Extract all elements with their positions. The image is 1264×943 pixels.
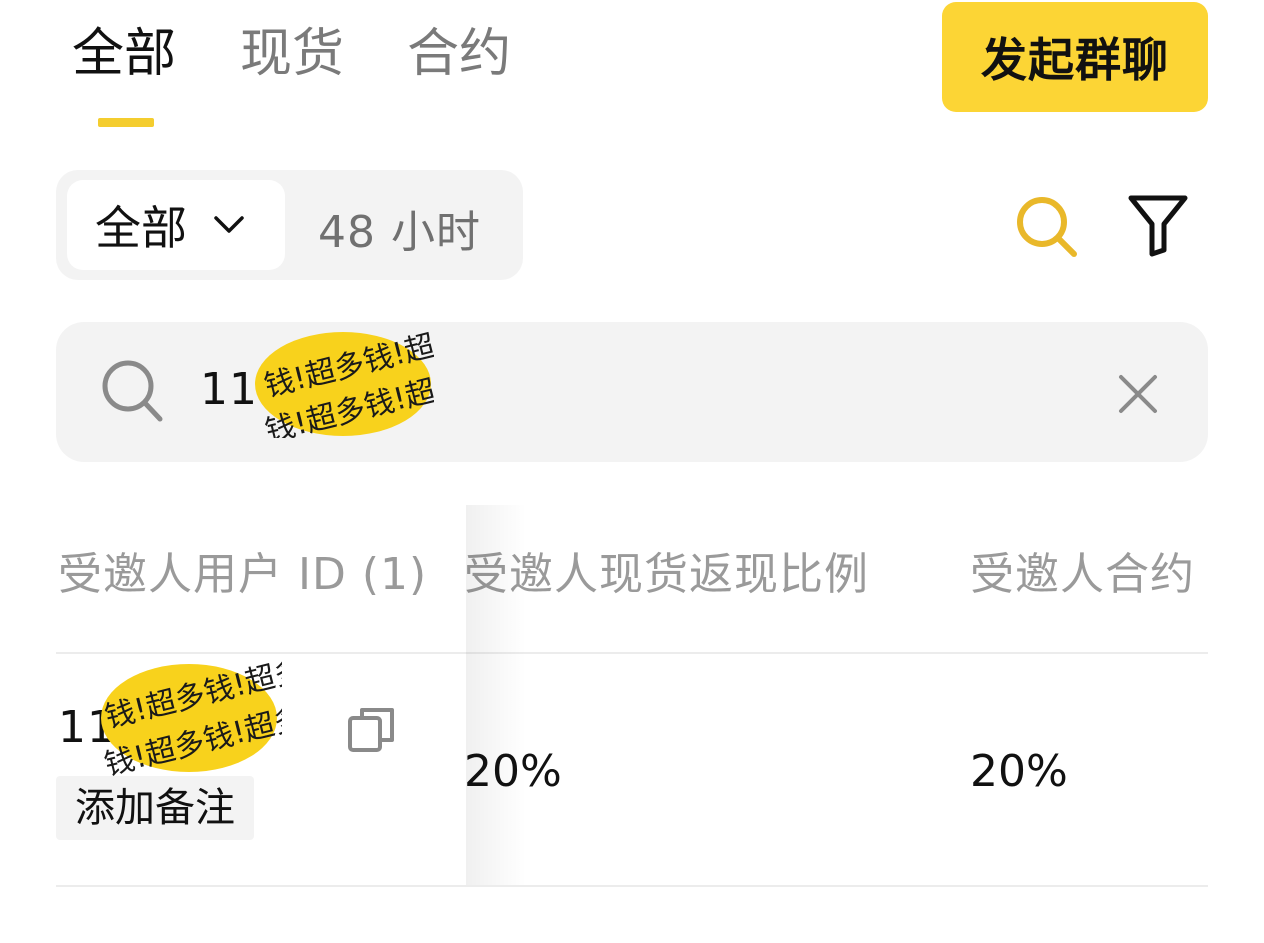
header-divider — [56, 652, 1208, 654]
user-id-cell: 11 89 — [58, 702, 189, 753]
filter-icon[interactable] — [1126, 192, 1190, 258]
futures-rate-cell: 20% — [970, 746, 1068, 797]
row-divider — [56, 885, 1208, 887]
active-tab-indicator — [98, 118, 154, 127]
range-48h-option[interactable]: 48 小时 — [318, 196, 481, 260]
search-icon — [102, 360, 163, 422]
column-header-futures-rate: 受邀人合约 — [970, 549, 1195, 600]
sticky-column-shadow — [466, 505, 526, 885]
time-range-segment: 全部 48 小时 — [56, 170, 523, 280]
chevron-down-icon — [214, 216, 244, 233]
range-dropdown[interactable]: 全部 — [67, 180, 285, 270]
add-note-button[interactable]: 添加备注 — [56, 776, 254, 840]
close-icon[interactable] — [1118, 374, 1158, 414]
start-group-chat-button[interactable]: 发起群聊 — [942, 2, 1208, 112]
tab-spot[interactable]: 现货 — [240, 22, 344, 86]
search-input[interactable]: 119 89 — [200, 360, 360, 420]
tab-all[interactable]: 全部 — [72, 22, 176, 86]
search-bar[interactable]: 119 89 — [56, 322, 1208, 462]
spot-rate-cell: 20% — [464, 746, 562, 797]
search-icon[interactable] — [1014, 194, 1080, 260]
column-header-user-id: 受邀人用户 ID (1) — [58, 549, 428, 600]
range-dropdown-label: 全部 — [95, 201, 187, 255]
copy-icon[interactable] — [346, 704, 396, 754]
tab-futures[interactable]: 合约 — [407, 22, 511, 86]
